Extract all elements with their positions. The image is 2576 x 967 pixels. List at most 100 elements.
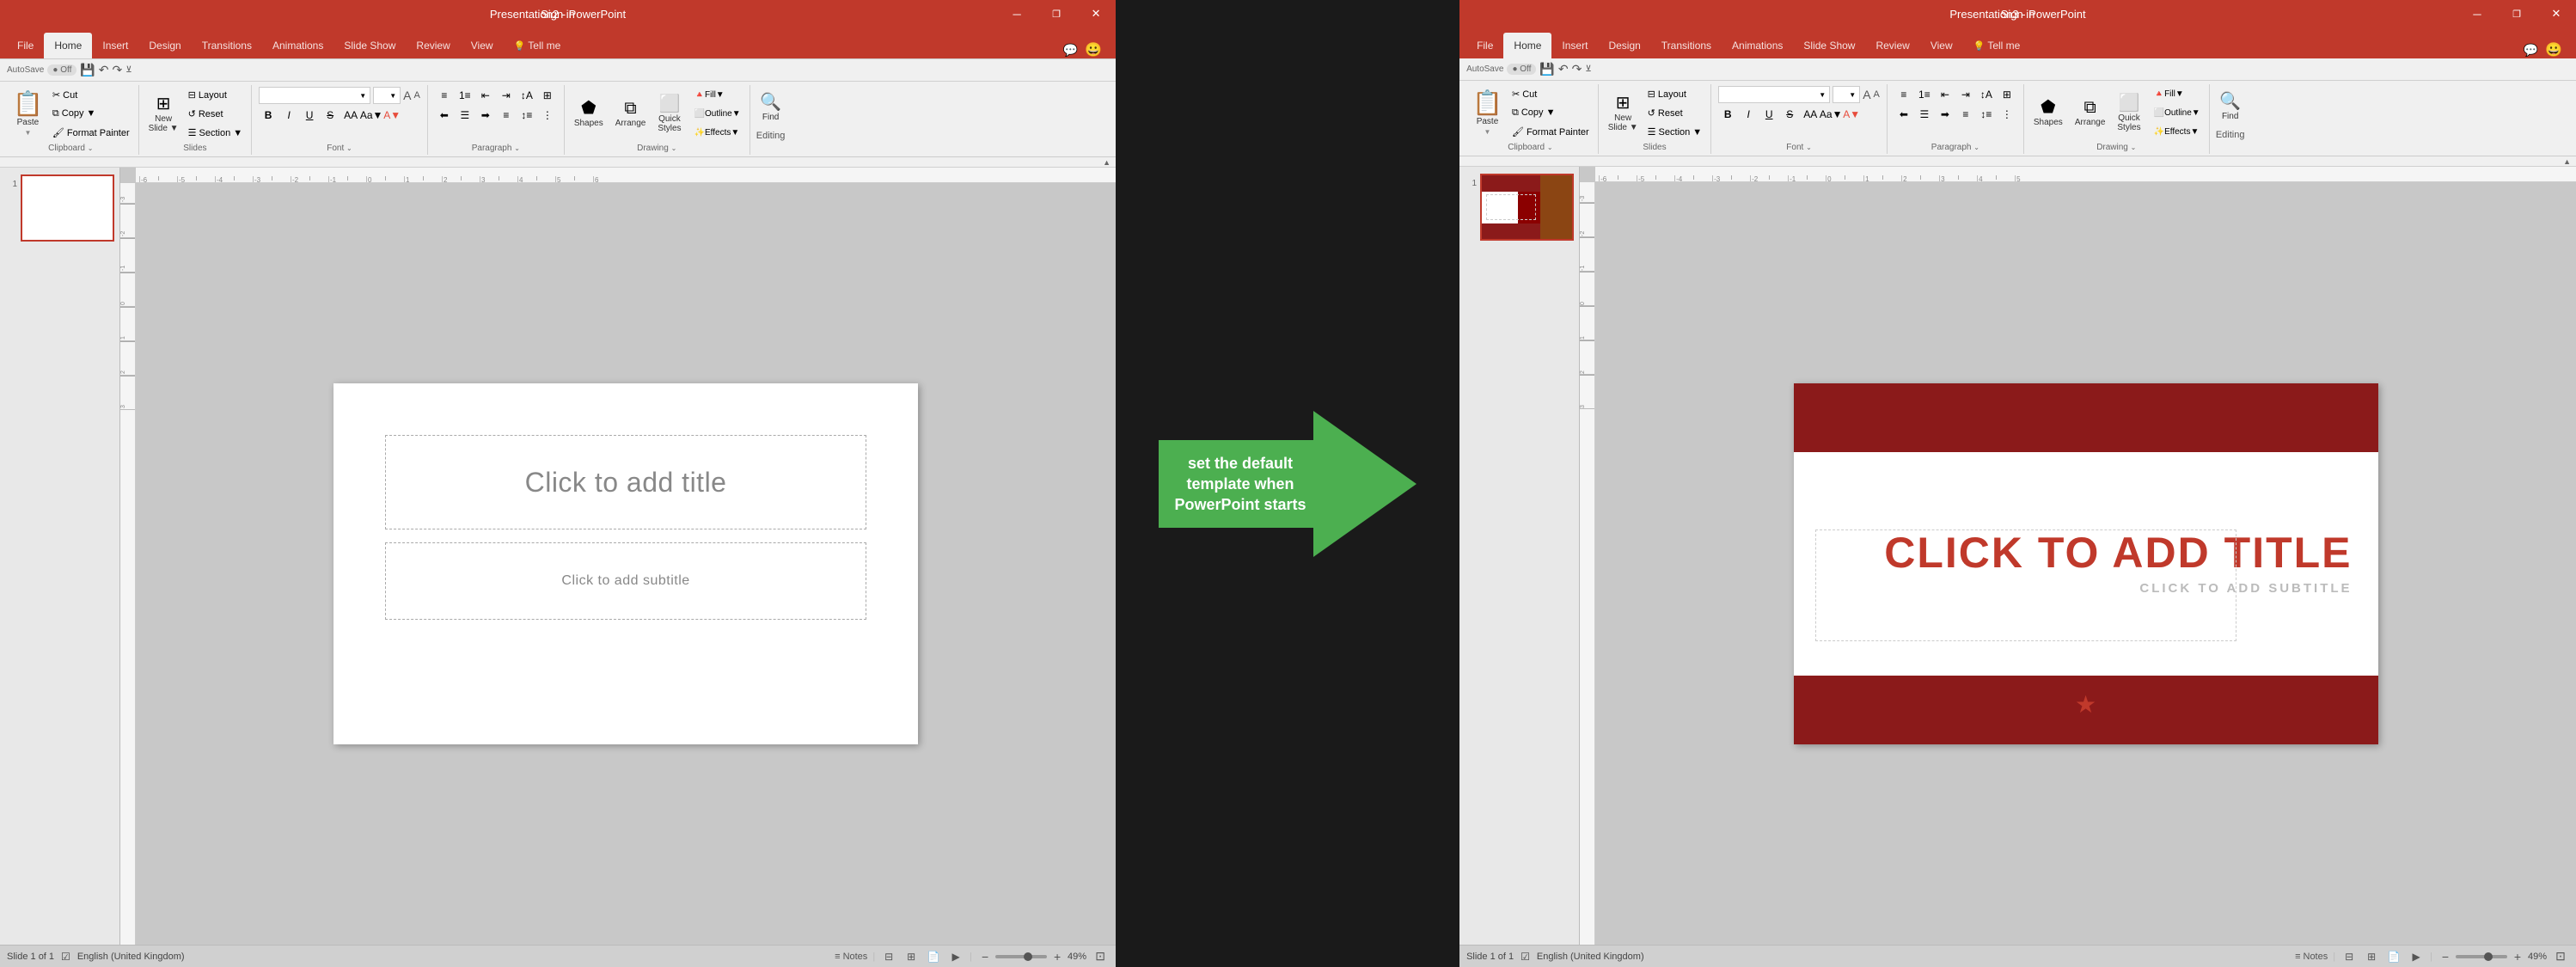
- autosave-toggle-right[interactable]: ● Off: [1507, 64, 1536, 75]
- bullets-btn-left[interactable]: ≡: [435, 87, 454, 104]
- comments-icon-left[interactable]: 💬: [1063, 43, 1078, 58]
- normal-view-btn-right[interactable]: ⊟: [2340, 948, 2358, 965]
- collapse-btn-right[interactable]: ▲: [2563, 157, 2571, 166]
- reset-btn-left[interactable]: ↺ Reset: [185, 106, 247, 123]
- cut-btn-left[interactable]: ✂ Cut: [49, 87, 133, 104]
- tab-animations-right[interactable]: Animations: [1722, 33, 1793, 58]
- align-left-right[interactable]: ⬅: [1894, 106, 1913, 123]
- arrange-btn-left[interactable]: ⧉ Arrange: [611, 88, 651, 141]
- close-btn-right[interactable]: ✕: [2536, 0, 2576, 28]
- title-placeholder-left[interactable]: Click to add title: [385, 435, 866, 529]
- emoji-icon-left[interactable]: 😀: [1085, 41, 1102, 58]
- change-case-btn-right[interactable]: Aa▼: [1821, 106, 1840, 123]
- font-size-selector-left[interactable]: ▼: [373, 87, 401, 104]
- customize-qa-right[interactable]: ⊻: [1585, 64, 1591, 74]
- tab-view-left[interactable]: View: [461, 33, 504, 58]
- tab-review-left[interactable]: Review: [406, 33, 460, 58]
- comments-icon-right[interactable]: 💬: [2524, 43, 2538, 58]
- format-painter-btn-left[interactable]: 🖌 Format Painter: [49, 125, 133, 142]
- bold-btn-right[interactable]: B: [1718, 106, 1737, 123]
- slide-canvas-left[interactable]: Click to add title Click to add subtitle: [333, 383, 918, 744]
- accessibility-icon-left[interactable]: ☑: [61, 951, 70, 963]
- layout-btn-right[interactable]: ⊟ Layout: [1644, 86, 1706, 103]
- section-btn-left[interactable]: ☰ Section ▼: [185, 125, 247, 142]
- smart-art-left[interactable]: ⋮: [538, 107, 557, 124]
- shapes-btn-right[interactable]: ⬟ Shapes: [2029, 87, 2067, 140]
- new-slide-btn-right[interactable]: ⊞ NewSlide ▼: [1604, 87, 1643, 140]
- slide-thumb-right[interactable]: [1480, 174, 1574, 241]
- notes-btn-left[interactable]: ≡ Notes: [835, 952, 867, 962]
- increase-indent-left[interactable]: ⇥: [497, 87, 516, 104]
- tab-insert-right[interactable]: Insert: [1551, 33, 1598, 58]
- increase-indent-right[interactable]: ⇥: [1956, 86, 1975, 103]
- change-case-btn-left[interactable]: Aa▼: [362, 107, 381, 124]
- zoom-out-btn-right[interactable]: −: [2438, 949, 2453, 964]
- shape-outline-btn-right[interactable]: ⬜Outline▼: [2151, 105, 2204, 122]
- tab-animations-left[interactable]: Animations: [262, 33, 333, 58]
- justify-left[interactable]: ≡: [497, 107, 516, 124]
- restore-btn-right[interactable]: ❐: [2497, 0, 2536, 28]
- shape-effects-btn-right[interactable]: ✨Effects▼: [2151, 124, 2204, 141]
- autosave-toggle-left[interactable]: ● Off: [47, 64, 76, 76]
- zoom-level-right[interactable]: 49%: [2528, 952, 2547, 962]
- layout-btn-left[interactable]: ⊟ Layout: [185, 87, 247, 104]
- zoom-in-btn-right[interactable]: +: [2510, 949, 2525, 964]
- line-spacing-right[interactable]: ↕≡: [1977, 106, 1996, 123]
- smart-art-right[interactable]: ⋮: [1998, 106, 2016, 123]
- cut-btn-right[interactable]: ✂ Cut: [1508, 86, 1593, 103]
- font-selector-right[interactable]: ▼: [1718, 86, 1830, 103]
- reset-btn-right[interactable]: ↺ Reset: [1644, 105, 1706, 122]
- save-btn-right[interactable]: 💾: [1539, 62, 1554, 77]
- zoom-slider-right[interactable]: [2456, 955, 2507, 958]
- accessibility-icon-right[interactable]: ☑: [1521, 951, 1530, 963]
- reading-view-btn-left[interactable]: 📄: [925, 948, 942, 965]
- text-shadow-btn-left[interactable]: AA: [341, 107, 360, 124]
- shape-fill-btn-left[interactable]: 🔺Fill▼: [691, 87, 744, 104]
- reading-view-btn-right[interactable]: 📄: [2385, 948, 2402, 965]
- subtitle-placeholder-left[interactable]: Click to add subtitle: [385, 542, 866, 620]
- quick-styles-btn-left[interactable]: ⬜ QuickStyles: [653, 88, 685, 141]
- zoom-in-btn-left[interactable]: +: [1049, 949, 1065, 964]
- tab-slideshow-right[interactable]: Slide Show: [1793, 33, 1865, 58]
- font-selector-left[interactable]: ▼: [259, 87, 370, 104]
- tab-transitions-right[interactable]: Transitions: [1651, 33, 1722, 58]
- tab-transitions-left[interactable]: Transitions: [192, 33, 262, 58]
- collapse-btn-left[interactable]: ▲: [1103, 158, 1111, 167]
- tab-design-right[interactable]: Design: [1598, 33, 1650, 58]
- shapes-btn-left[interactable]: ⬟ Shapes: [570, 88, 608, 141]
- underline-btn-left[interactable]: U: [300, 107, 319, 124]
- copy-btn-right[interactable]: ⧉ Copy ▼: [1508, 105, 1593, 122]
- text-direction-right[interactable]: ↕A: [1977, 86, 1996, 103]
- font-color-btn-right[interactable]: A▼: [1842, 106, 1861, 123]
- slide-canvas-right[interactable]: CLICK TO ADD TITLE CLICK TO ADD SUBTITLE…: [1794, 383, 2378, 744]
- tab-design-left[interactable]: Design: [138, 33, 191, 58]
- zoom-level-left[interactable]: 49%: [1068, 952, 1086, 962]
- shape-outline-btn-left[interactable]: ⬜Outline▼: [691, 106, 744, 123]
- find-btn-left[interactable]: 🔍 Find: [756, 87, 786, 128]
- paste-btn-left[interactable]: 📋 Paste ▼: [9, 88, 47, 141]
- align-left-left[interactable]: ⬅: [435, 107, 454, 124]
- align-center-right[interactable]: ☰: [1915, 106, 1934, 123]
- normal-view-btn-left[interactable]: ⊟: [880, 948, 897, 965]
- sign-in-right[interactable]: Sign in: [2001, 8, 2035, 21]
- tab-slideshow-left[interactable]: Slide Show: [333, 33, 406, 58]
- zoom-out-btn-left[interactable]: −: [977, 949, 993, 964]
- new-slide-btn-left[interactable]: ⊞ NewSlide ▼: [144, 88, 183, 141]
- tab-home-left[interactable]: Home: [44, 33, 92, 58]
- minimize-btn-right[interactable]: ─: [2457, 0, 2497, 28]
- align-right-left[interactable]: ➡: [476, 107, 495, 124]
- decrease-font-btn-right[interactable]: A: [1874, 89, 1880, 100]
- close-btn-left[interactable]: ✕: [1076, 0, 1116, 28]
- tab-home-right[interactable]: Home: [1503, 33, 1551, 58]
- quick-styles-btn-right[interactable]: ⬜ QuickStyles: [2113, 87, 2145, 140]
- increase-font-btn-left[interactable]: A: [403, 89, 411, 102]
- save-btn-left[interactable]: 💾: [80, 63, 95, 77]
- text-direction-left[interactable]: ↕A: [517, 87, 536, 104]
- tab-view-right[interactable]: View: [1920, 33, 1963, 58]
- strikethrough-btn-right[interactable]: S: [1780, 106, 1799, 123]
- columns-right[interactable]: ⊞: [1998, 86, 2016, 103]
- slideshow-btn-right[interactable]: ▶: [2408, 948, 2425, 965]
- fit-slide-btn-right[interactable]: ⊡: [2552, 948, 2569, 965]
- numbering-btn-left[interactable]: 1≡: [456, 87, 474, 104]
- shape-fill-btn-right[interactable]: 🔺Fill▼: [2151, 86, 2204, 103]
